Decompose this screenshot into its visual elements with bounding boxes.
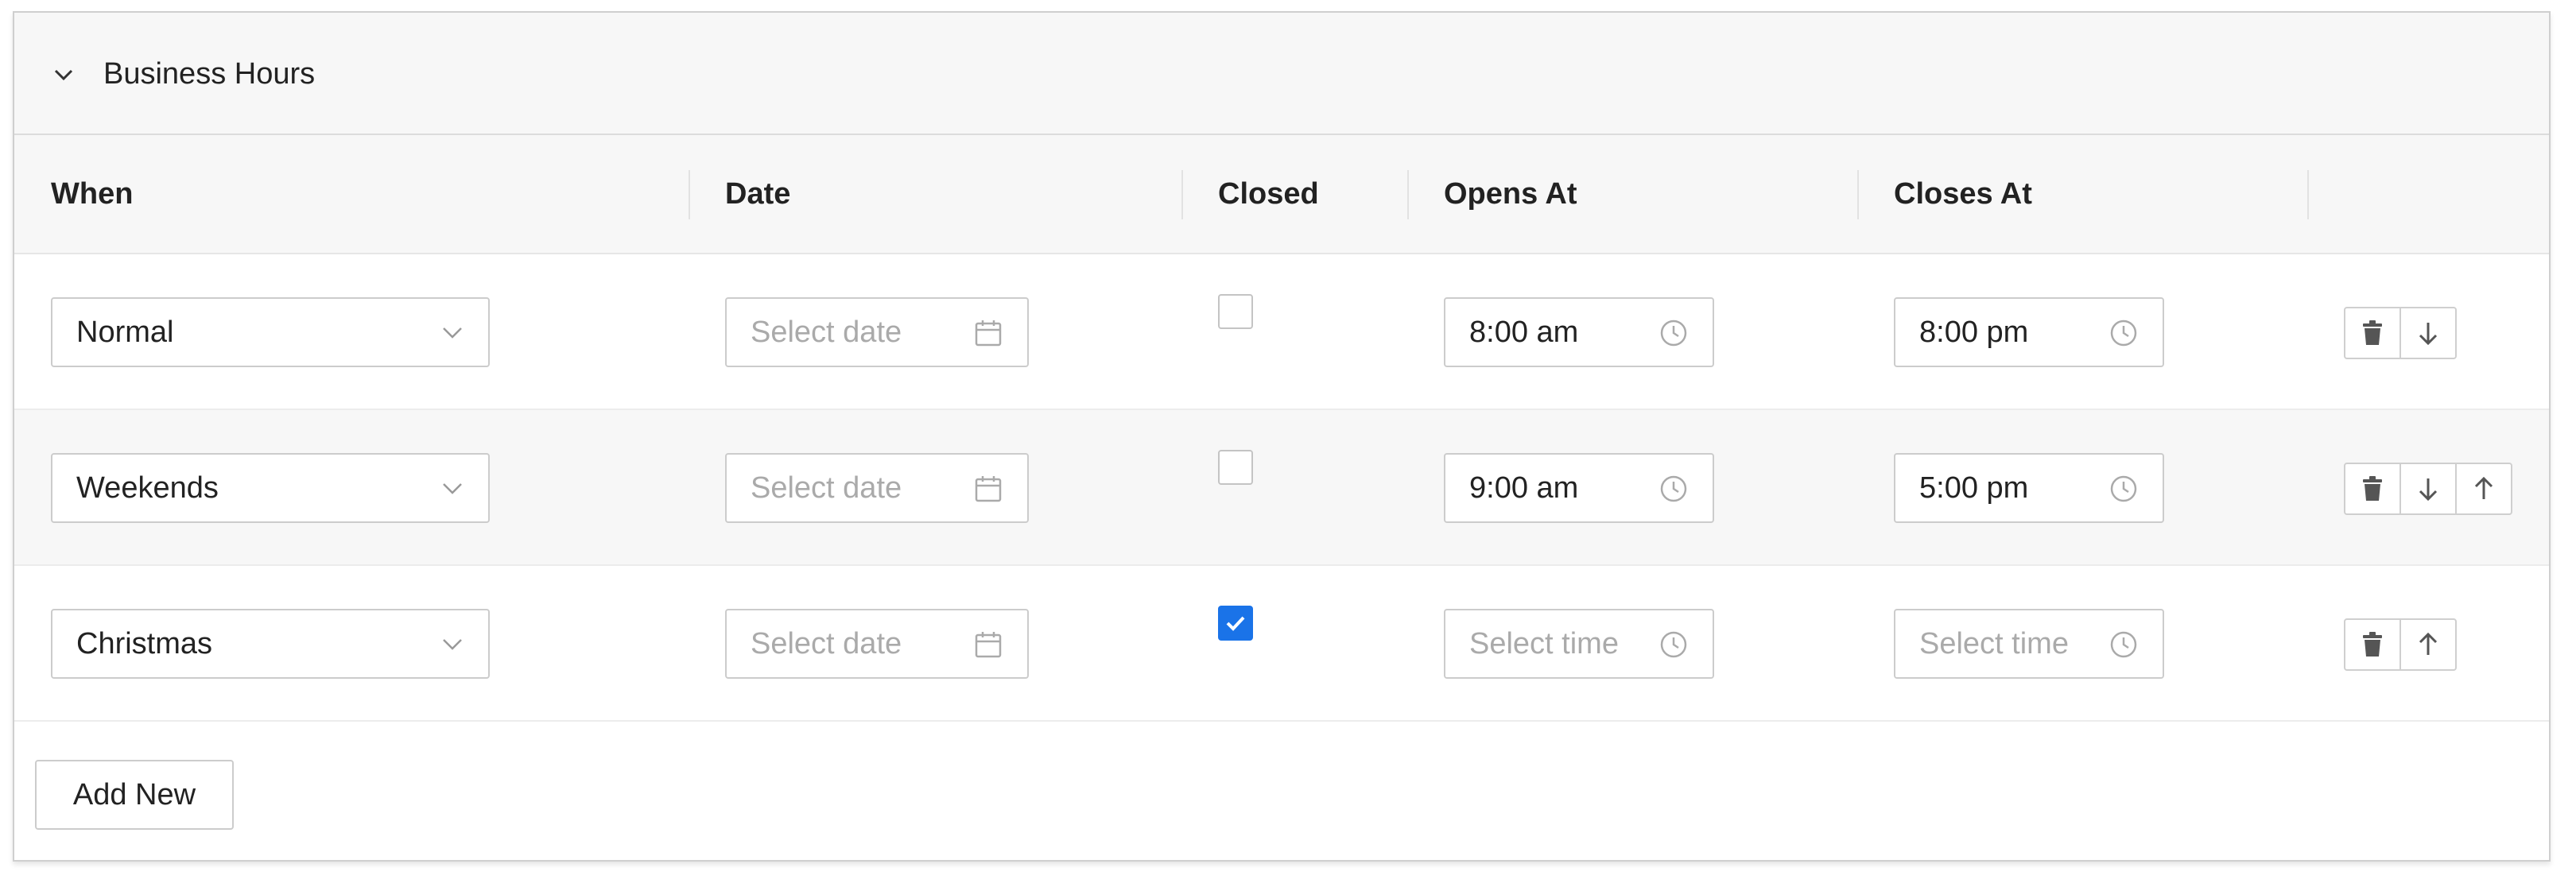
move-down-button[interactable] (2399, 463, 2457, 515)
delete-row-button[interactable] (2344, 463, 2401, 515)
table-row: Christmas Select date Select time Select… (14, 566, 2549, 722)
opens-at-placeholder: Select time (1469, 627, 1619, 660)
table-header: When Date Closed Opens At Closes At (14, 135, 2549, 254)
clock-icon (2110, 631, 2137, 658)
when-select[interactable]: Christmas (51, 609, 490, 679)
clock-icon (1660, 631, 1687, 658)
closes-at-time-input[interactable]: Select time (1894, 609, 2164, 679)
column-divider (1407, 170, 1409, 219)
chevron-down-icon (443, 327, 462, 339)
column-divider (1181, 170, 1183, 219)
when-select[interactable]: Normal (51, 297, 490, 367)
row-actions (2344, 307, 2457, 359)
column-header-when: When (51, 177, 134, 211)
row-actions (2344, 618, 2457, 671)
chevron-down-icon[interactable] (52, 64, 75, 86)
opens-at-value: 8:00 am (1469, 316, 1579, 349)
closes-at-placeholder: Select time (1919, 627, 2069, 660)
closes-at-time-input[interactable]: 5:00 pm (1894, 453, 2164, 523)
move-up-button[interactable] (2399, 618, 2457, 671)
closed-checkbox[interactable] (1218, 294, 1253, 329)
column-header-closes-at: Closes At (1894, 177, 2032, 211)
business-hours-panel: Business Hours When Date Closed Opens At… (13, 11, 2551, 862)
date-placeholder: Select date (751, 627, 902, 660)
clock-icon (1660, 320, 1687, 347)
date-picker-input[interactable]: Select date (725, 453, 1029, 523)
delete-row-button[interactable] (2344, 307, 2401, 359)
column-divider (1857, 170, 1859, 219)
row-actions (2344, 463, 2512, 515)
when-select-value: Weekends (76, 471, 219, 505)
trash-icon (2363, 476, 2382, 501)
date-placeholder: Select date (751, 471, 902, 505)
closed-checkbox[interactable] (1218, 450, 1253, 485)
trash-icon (2363, 320, 2382, 345)
when-select-value: Normal (76, 316, 174, 349)
arrow-down-icon (2419, 478, 2438, 502)
date-placeholder: Select date (751, 316, 902, 349)
arrow-up-icon (2419, 632, 2438, 655)
table-row: Normal Select date 8:00 am 8:00 pm (14, 254, 2549, 410)
opens-at-time-input[interactable]: 9:00 am (1444, 453, 1714, 523)
closes-at-time-input[interactable]: 8:00 pm (1894, 297, 2164, 367)
move-down-button[interactable] (2399, 307, 2457, 359)
table-row: Weekends Select date 9:00 am 5:00 pm (14, 410, 2549, 566)
panel-title: Business Hours (103, 57, 316, 91)
closes-at-value: 5:00 pm (1919, 471, 2029, 505)
when-select[interactable]: Weekends (51, 453, 490, 523)
calendar-icon (975, 476, 1002, 502)
date-picker-input[interactable]: Select date (725, 297, 1029, 367)
move-up-button[interactable] (2455, 463, 2512, 515)
trash-icon (2363, 632, 2382, 657)
chevron-down-icon (443, 639, 462, 650)
add-new-button[interactable]: Add New (35, 760, 234, 830)
clock-icon (2110, 475, 2137, 502)
delete-row-button[interactable] (2344, 618, 2401, 671)
opens-at-time-input[interactable]: Select time (1444, 609, 1714, 679)
arrow-up-icon (2474, 476, 2493, 499)
column-divider (689, 170, 690, 219)
when-select-value: Christmas (76, 627, 213, 660)
arrow-down-icon (2419, 323, 2438, 346)
date-picker-input[interactable]: Select date (725, 609, 1029, 679)
column-header-closed: Closed (1218, 177, 1319, 211)
opens-at-time-input[interactable]: 8:00 am (1444, 297, 1714, 367)
closes-at-value: 8:00 pm (1919, 316, 2029, 349)
closed-checkbox[interactable] (1218, 606, 1253, 641)
clock-icon (1660, 475, 1687, 502)
calendar-icon (975, 320, 1002, 347)
checkmark-icon (1226, 616, 1245, 631)
column-divider (2307, 170, 2309, 219)
clock-icon (2110, 320, 2137, 347)
calendar-icon (975, 632, 1002, 658)
column-header-date: Date (725, 177, 791, 211)
panel-header[interactable]: Business Hours (14, 13, 2549, 135)
chevron-down-icon (443, 483, 462, 494)
opens-at-value: 9:00 am (1469, 471, 1579, 505)
column-header-opens-at: Opens At (1444, 177, 1577, 211)
